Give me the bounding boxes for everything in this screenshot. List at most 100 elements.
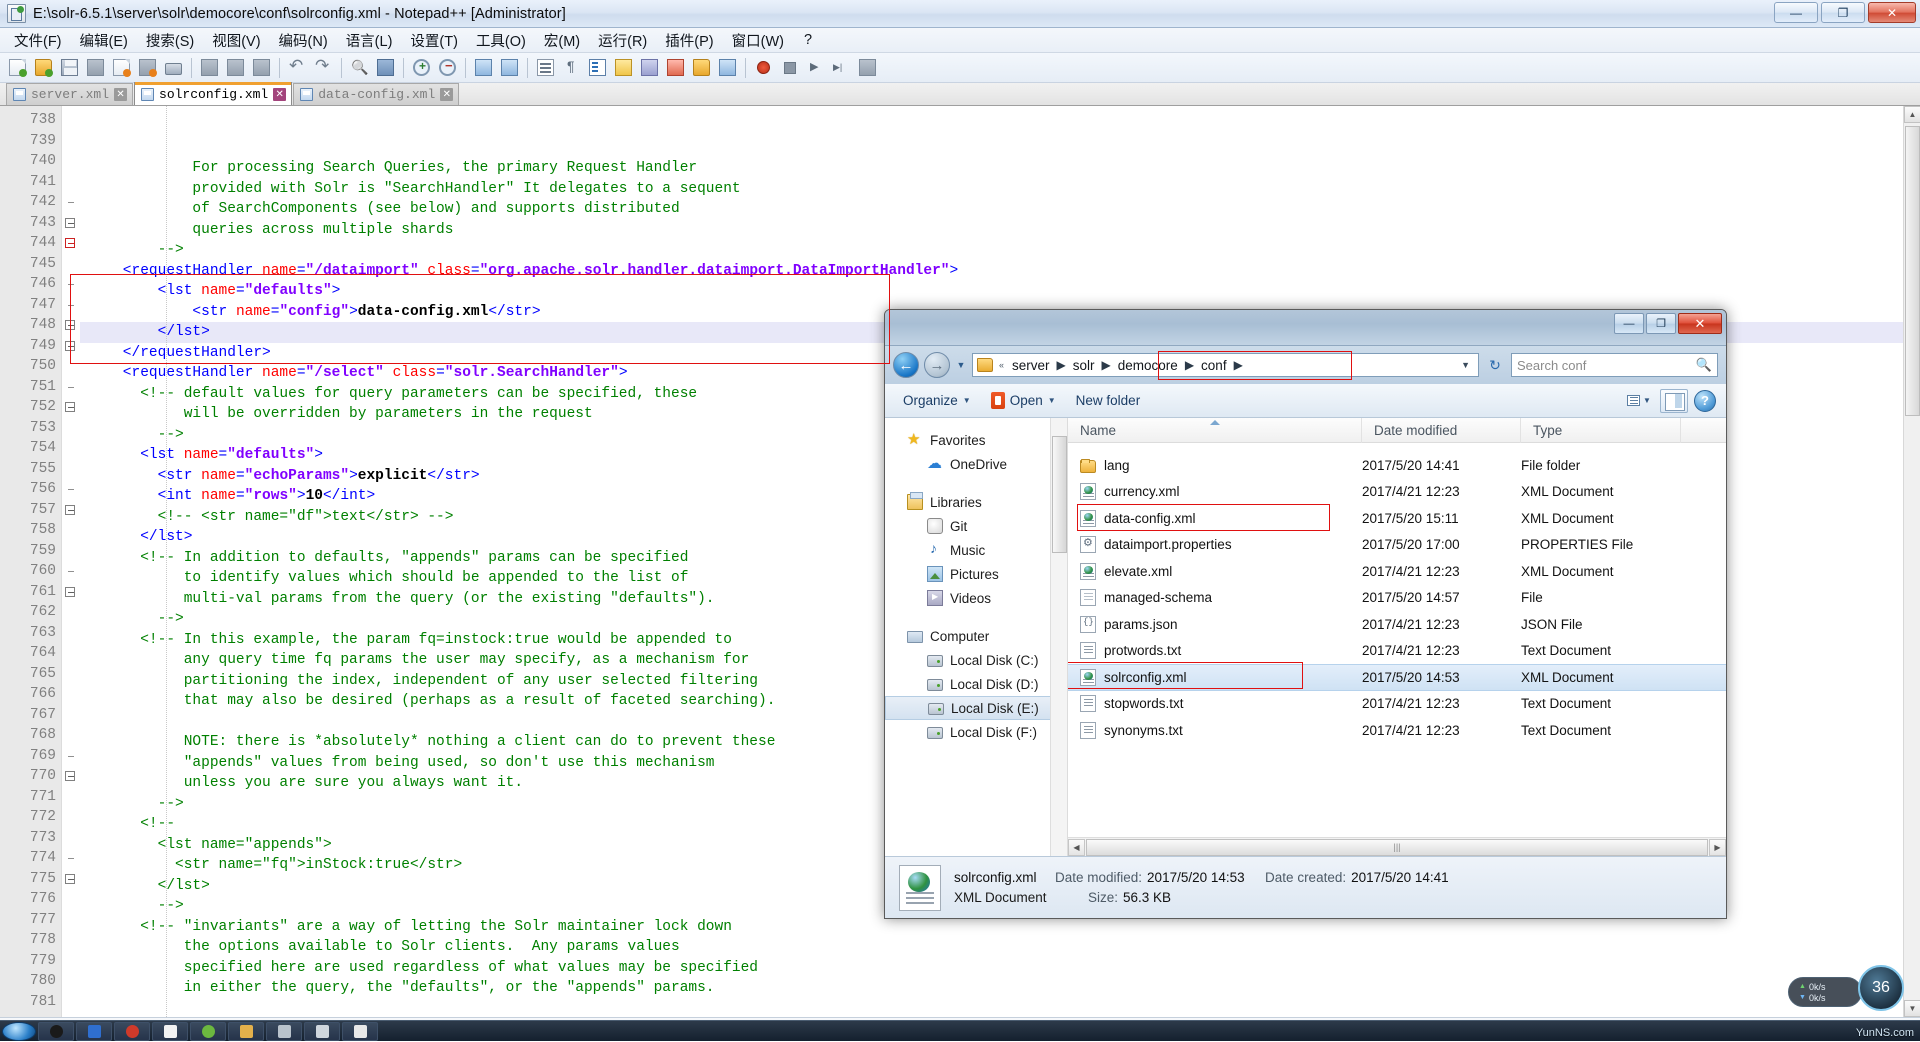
zoom-in-button[interactable]: [409, 55, 434, 80]
fold-collapse-icon[interactable]: [65, 771, 75, 781]
back-button[interactable]: ←: [893, 352, 919, 378]
scrollbar-thumb[interactable]: [1905, 126, 1920, 416]
code-folding-column[interactable]: [62, 106, 80, 1017]
preview-pane-button[interactable]: [1660, 389, 1688, 413]
file-row[interactable]: lang2017/5/20 14:41File folder: [1068, 452, 1726, 479]
menu-encoding[interactable]: 编码(N): [270, 27, 337, 54]
fold-marker[interactable]: [62, 274, 80, 295]
taskbar-item-4[interactable]: [152, 1022, 188, 1041]
forward-button[interactable]: →: [924, 352, 950, 378]
fold-collapse-icon[interactable]: [65, 505, 75, 515]
tab-close-icon[interactable]: ✕: [440, 88, 453, 101]
file-row[interactable]: elevate.xml2017/4/21 12:23XML Document: [1068, 558, 1726, 585]
scroll-left-arrow[interactable]: ◀: [1068, 839, 1085, 856]
code-line[interactable]: <requestHandler name="/dataimport" class…: [80, 261, 1903, 282]
find-button[interactable]: [347, 55, 372, 80]
scroll-up-arrow[interactable]: ▲: [1904, 106, 1920, 123]
fold-marker[interactable]: [62, 766, 80, 787]
open-file-button[interactable]: [31, 55, 56, 80]
cpu-temperature-badge[interactable]: 36: [1858, 965, 1904, 1011]
scroll-right-arrow[interactable]: ▶: [1709, 839, 1726, 856]
fold-marker[interactable]: [62, 746, 80, 767]
fold-collapse-icon[interactable]: [65, 402, 75, 412]
new-folder-button[interactable]: New folder: [1068, 389, 1149, 412]
zoom-out-button[interactable]: [435, 55, 460, 80]
scroll-down-arrow[interactable]: ▼: [1904, 1000, 1920, 1017]
fold-collapse-icon[interactable]: [65, 874, 75, 884]
breadcrumb-solr[interactable]: solr: [1071, 358, 1097, 373]
chevron-right-icon[interactable]: ▶: [1100, 358, 1113, 372]
taskbar-item-5[interactable]: [190, 1022, 226, 1041]
replace-button[interactable]: [373, 55, 398, 80]
file-list-horizontal-scrollbar[interactable]: ◀ ||| ▶: [1068, 837, 1726, 856]
explorer-titlebar[interactable]: — ❐ ✕: [885, 310, 1726, 346]
chevron-right-icon[interactable]: ▶: [1055, 358, 1068, 372]
file-row[interactable]: managed-schema2017/5/20 14:57File: [1068, 585, 1726, 612]
code-line[interactable]: For processing Search Queries, the prima…: [80, 158, 1903, 179]
explorer-maximize-button[interactable]: ❐: [1646, 313, 1676, 334]
tab-data-config-xml[interactable]: data-config.xml ✕: [293, 83, 459, 105]
sync-scroll-v-button[interactable]: [471, 55, 496, 80]
help-button[interactable]: ?: [1694, 390, 1716, 412]
nav-item-onedrive[interactable]: OneDrive: [885, 452, 1067, 476]
file-row[interactable]: dataimport.properties2017/5/20 17:00PROP…: [1068, 532, 1726, 559]
tab-server-xml[interactable]: server.xml ✕: [6, 83, 133, 105]
code-line[interactable]: <lst name="defaults">: [80, 281, 1903, 302]
file-row[interactable]: stopwords.txt2017/4/21 12:23Text Documen…: [1068, 691, 1726, 718]
code-line[interactable]: provided with Solr is "SearchHandler" It…: [80, 179, 1903, 200]
search-icon[interactable]: 🔍: [1696, 357, 1712, 373]
stop-macro-button[interactable]: [777, 55, 802, 80]
navigation-pane[interactable]: FavoritesOneDriveLibrariesGitMusicPictur…: [885, 418, 1068, 856]
record-macro-button[interactable]: [751, 55, 776, 80]
fold-marker[interactable]: [62, 315, 80, 336]
file-list-rows[interactable]: lang2017/5/20 14:41File foldercurrency.x…: [1068, 443, 1726, 837]
copy-button[interactable]: [223, 55, 248, 80]
explorer-minimize-button[interactable]: —: [1614, 313, 1644, 334]
nav-item-videos[interactable]: Videos: [885, 586, 1067, 610]
code-line[interactable]: [80, 999, 1903, 1018]
tab-close-icon[interactable]: ✕: [114, 88, 127, 101]
breadcrumb-server[interactable]: server: [1010, 358, 1052, 373]
menu-help[interactable]: ?: [793, 29, 823, 51]
save-macro-button[interactable]: [855, 55, 880, 80]
indent-guide-button[interactable]: [585, 55, 610, 80]
minimize-button[interactable]: —: [1774, 2, 1818, 23]
nav-item-pictures[interactable]: Pictures: [885, 562, 1067, 586]
menu-search[interactable]: 搜索(S): [137, 27, 203, 54]
nav-item-git[interactable]: Git: [885, 514, 1067, 538]
explorer-close-button[interactable]: ✕: [1678, 313, 1722, 334]
nav-item-local-disk-d[interactable]: Local Disk (D:): [885, 672, 1067, 696]
organize-button[interactable]: Organize ▼: [895, 389, 979, 412]
nav-item-local-disk-c[interactable]: Local Disk (C:): [885, 648, 1067, 672]
taskbar-item-3[interactable]: [114, 1022, 150, 1041]
new-file-button[interactable]: [5, 55, 30, 80]
taskbar-item-notepadpp[interactable]: [342, 1022, 378, 1041]
play-macro-button[interactable]: [803, 55, 828, 80]
fold-collapse-icon[interactable]: [65, 587, 75, 597]
show-all-chars-button[interactable]: [559, 55, 584, 80]
taskbar-item-2[interactable]: [76, 1022, 112, 1041]
nav-item-music[interactable]: Music: [885, 538, 1067, 562]
column-header-date-modified[interactable]: Date modified: [1362, 418, 1521, 443]
fold-marker[interactable]: [62, 336, 80, 357]
chevron-right-icon[interactable]: ▶: [1183, 358, 1196, 372]
save-all-button[interactable]: [83, 55, 108, 80]
menu-view[interactable]: 视图(V): [203, 27, 269, 54]
close-button[interactable]: ✕: [1868, 2, 1916, 23]
fold-marker[interactable]: [62, 869, 80, 890]
menu-settings[interactable]: 设置(T): [401, 27, 467, 54]
code-line[interactable]: in either the query, the "defaults", or …: [80, 978, 1903, 999]
recent-locations-dropdown-icon[interactable]: ▼: [955, 360, 967, 370]
file-row[interactable]: synonyms.txt2017/4/21 12:23Text Document: [1068, 717, 1726, 744]
tab-close-icon[interactable]: ✕: [273, 88, 286, 101]
run-multiple-button[interactable]: [829, 55, 854, 80]
nav-scrollbar-thumb[interactable]: [1052, 436, 1067, 553]
file-row[interactable]: protwords.txt2017/4/21 12:23Text Documen…: [1068, 638, 1726, 665]
doc-map-button[interactable]: [637, 55, 662, 80]
open-with-button[interactable]: Open ▼: [983, 388, 1064, 413]
code-line[interactable]: -->: [80, 240, 1903, 261]
menu-edit[interactable]: 编辑(E): [71, 27, 137, 54]
sync-scroll-h-button[interactable]: [497, 55, 522, 80]
breadcrumb-democore[interactable]: democore: [1116, 358, 1180, 373]
chevron-right-icon[interactable]: ▶: [1232, 358, 1245, 372]
